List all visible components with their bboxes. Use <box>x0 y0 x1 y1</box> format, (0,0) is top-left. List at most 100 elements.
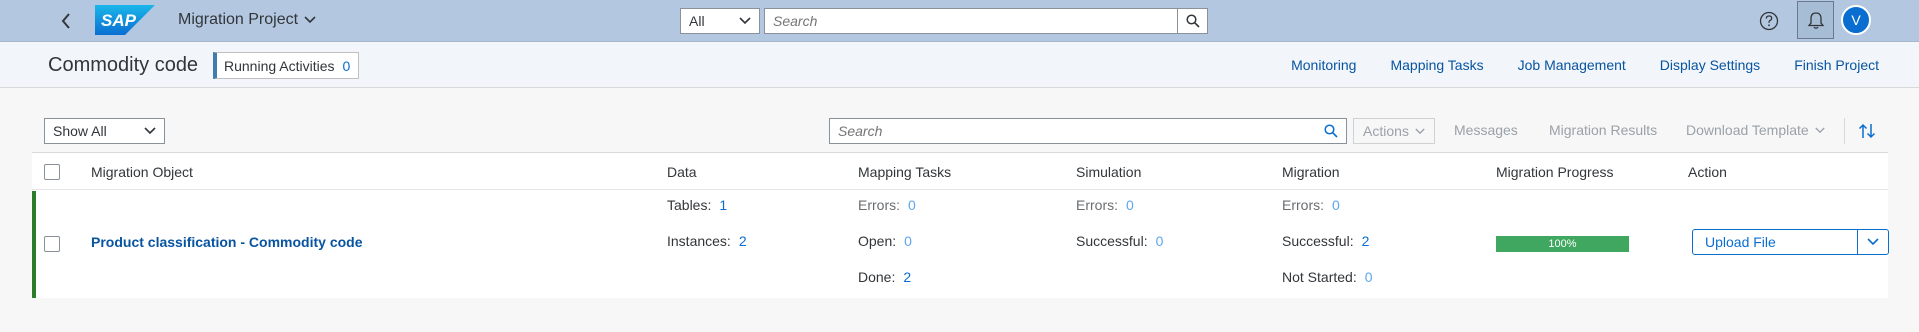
global-search-button[interactable] <box>1177 9 1207 33</box>
column-mapping-tasks[interactable]: Mapping Tasks <box>858 164 951 180</box>
row-checkbox[interactable] <box>44 236 60 252</box>
mapping-open-value[interactable]: 0 <box>904 233 912 249</box>
instances-label: Instances: <box>667 233 731 249</box>
simulation-errors: Errors: 0 <box>1076 197 1134 213</box>
running-activities-count: 0 <box>342 57 351 74</box>
data-instances: Instances: 2 <box>667 233 747 249</box>
column-action[interactable]: Action <box>1688 164 1727 180</box>
header-nav: Monitoring Mapping Tasks Job Management … <box>1291 57 1879 73</box>
migration-not-started-value[interactable]: 0 <box>1365 269 1373 285</box>
migration-errors: Errors: 0 <box>1282 197 1340 213</box>
sort-button[interactable] <box>1854 118 1880 144</box>
table-header: Migration Object Data Mapping Tasks Simu… <box>32 154 1888 190</box>
actions-menu-button[interactable]: Actions <box>1353 118 1435 144</box>
migration-successful-label: Successful: <box>1282 233 1354 249</box>
instances-value[interactable]: 2 <box>739 233 747 249</box>
column-migration-progress[interactable]: Migration Progress <box>1496 164 1614 180</box>
tables-value[interactable]: 1 <box>719 197 727 213</box>
chevron-down-icon <box>739 17 751 25</box>
nav-finish-project[interactable]: Finish Project <box>1794 57 1879 73</box>
app-title: Migration Project <box>178 11 299 28</box>
global-search <box>764 8 1208 34</box>
migration-results-button[interactable]: Migration Results <box>1549 122 1657 138</box>
table-toolbar: Show All Actions Messages Migration Resu… <box>32 107 1888 153</box>
mapping-open-label: Open: <box>858 233 897 249</box>
migration-successful-value[interactable]: 2 <box>1362 233 1370 249</box>
running-activities-button[interactable]: Running Activities 0 <box>213 52 360 79</box>
mapping-done-label: Done: <box>858 269 896 285</box>
table-search <box>829 118 1347 144</box>
page-header: Commodity code Running Activities 0 Moni… <box>0 43 1919 88</box>
migration-successful: Successful: 2 <box>1282 233 1369 249</box>
upload-file-split-button: Upload File <box>1692 229 1889 255</box>
column-simulation[interactable]: Simulation <box>1076 164 1141 180</box>
search-scope-value: All <box>689 13 705 29</box>
simulation-errors-value[interactable]: 0 <box>1126 197 1134 213</box>
page-title: Commodity code <box>48 54 199 76</box>
running-activities-label: Running Activities <box>224 57 335 74</box>
chevron-down-icon <box>1815 127 1825 133</box>
sap-logo[interactable]: SAP <box>95 5 155 35</box>
table-search-input[interactable] <box>830 123 1316 139</box>
nav-display-settings[interactable]: Display Settings <box>1660 57 1760 73</box>
help-icon <box>1759 11 1779 31</box>
mapping-open: Open: 0 <box>858 233 912 249</box>
simulation-successful: Successful: 0 <box>1076 233 1163 249</box>
logo-text: SAP <box>101 11 137 30</box>
select-all-checkbox[interactable] <box>44 164 60 180</box>
sort-icon <box>1858 123 1876 139</box>
migration-errors-label: Errors: <box>1282 197 1324 213</box>
tables-label: Tables: <box>667 197 712 213</box>
user-avatar[interactable]: V <box>1841 5 1871 35</box>
migration-not-started-label: Not Started: <box>1282 269 1357 285</box>
notifications-button[interactable] <box>1797 1 1834 39</box>
mapping-errors: Errors: 0 <box>858 197 916 213</box>
back-button[interactable] <box>54 9 78 33</box>
nav-monitoring[interactable]: Monitoring <box>1291 57 1356 73</box>
column-migration[interactable]: Migration <box>1282 164 1340 180</box>
chevron-down-icon <box>144 127 156 135</box>
migration-progress-label: 100% <box>1548 238 1577 250</box>
chevron-down-icon <box>1867 238 1879 246</box>
search-icon <box>1185 14 1200 28</box>
app-title-menu[interactable]: Migration Project <box>178 11 316 29</box>
messages-button[interactable]: Messages <box>1454 122 1518 138</box>
migration-errors-value[interactable]: 0 <box>1332 197 1340 213</box>
table-row[interactable]: Product classification - Commodity code … <box>32 191 1889 298</box>
toolbar-separator <box>1844 118 1845 144</box>
search-scope-select[interactable]: All <box>680 8 760 34</box>
bell-icon <box>1807 11 1824 29</box>
chevron-left-icon <box>61 13 70 29</box>
nav-mapping-tasks[interactable]: Mapping Tasks <box>1390 57 1483 73</box>
upload-file-button[interactable]: Upload File <box>1693 230 1857 254</box>
shell-bar: SAP Migration Project All V <box>0 0 1919 42</box>
simulation-successful-label: Successful: <box>1076 233 1148 249</box>
migration-not-started: Not Started: 0 <box>1282 269 1373 285</box>
nav-job-management[interactable]: Job Management <box>1518 57 1626 73</box>
simulation-errors-label: Errors: <box>1076 197 1118 213</box>
mapping-done: Done: 2 <box>858 269 911 285</box>
global-search-input[interactable] <box>765 9 1177 33</box>
filter-select-value: Show All <box>53 123 107 139</box>
upload-file-menu-button[interactable] <box>1857 230 1888 254</box>
migration-progress-bar: 100% <box>1496 236 1629 252</box>
simulation-successful-value[interactable]: 0 <box>1156 233 1164 249</box>
actions-label: Actions <box>1363 123 1409 139</box>
chevron-down-icon <box>1415 128 1425 134</box>
search-icon <box>1324 124 1338 138</box>
chevron-down-icon <box>304 16 316 24</box>
migration-objects-table: Show All Actions Messages Migration Resu… <box>32 107 1889 298</box>
migration-object-link[interactable]: Product classification - Commodity code <box>91 234 363 250</box>
download-template-label: Download Template <box>1686 122 1809 138</box>
mapping-errors-label: Errors: <box>858 197 900 213</box>
download-template-button[interactable]: Download Template <box>1686 122 1825 138</box>
help-button[interactable] <box>1758 10 1780 32</box>
table-search-button[interactable] <box>1316 124 1346 138</box>
mapping-errors-value[interactable]: 0 <box>908 197 916 213</box>
column-data[interactable]: Data <box>667 164 697 180</box>
mapping-done-value[interactable]: 2 <box>903 269 911 285</box>
avatar-initial: V <box>1851 12 1861 28</box>
data-tables: Tables: 1 <box>667 197 727 213</box>
column-migration-object[interactable]: Migration Object <box>91 164 193 180</box>
filter-select[interactable]: Show All <box>44 118 165 144</box>
